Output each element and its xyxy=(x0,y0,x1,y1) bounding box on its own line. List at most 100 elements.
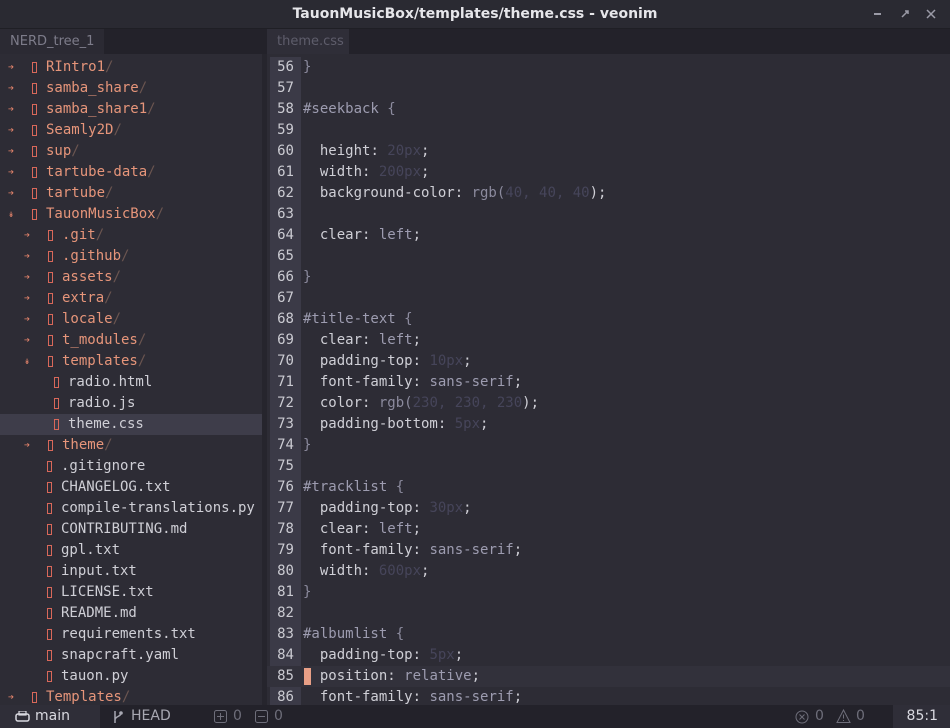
git-branch[interactable]: main xyxy=(0,705,100,728)
expanded-arrow-icon[interactable]: ↡ xyxy=(8,204,14,225)
collapsed-arrow-icon[interactable]: ➔ xyxy=(8,99,14,120)
code-line[interactable]: 64 clear: left; xyxy=(267,225,950,246)
tree-folder[interactable]: ➔ Templates/ xyxy=(0,687,262,705)
file-tree[interactable]: ➔ RIntro1/➔ samba_share/➔ samba_share1/➔ Sea… xyxy=(0,57,262,705)
tree-file[interactable]: input.txt xyxy=(0,561,262,582)
code-line[interactable]: 60 height: 20px; xyxy=(267,141,950,162)
collapsed-arrow-icon[interactable]: ➔ xyxy=(24,288,30,309)
code-line[interactable]: 86 font-family: sans-serif; xyxy=(267,687,950,705)
collapsed-arrow-icon[interactable]: ➔ xyxy=(8,120,14,141)
tree-folder[interactable]: ↡ TauonMusicBox/ xyxy=(0,204,262,225)
code-text: clear: left; xyxy=(303,330,421,351)
code-line[interactable]: 68 #title-text { xyxy=(267,309,950,330)
code-line[interactable]: 61 width: 200px; xyxy=(267,162,950,183)
code-line[interactable]: 62 background-color: rgb(40, 40, 40); xyxy=(267,183,950,204)
code-line[interactable]: 65 xyxy=(267,246,950,267)
git-head[interactable]: HEAD xyxy=(100,705,200,728)
tree-file[interactable]: LICENSE.txt xyxy=(0,582,262,603)
code-line[interactable]: 75 xyxy=(267,456,950,477)
code-line[interactable]: 69 clear: left; xyxy=(267,330,950,351)
tree-file[interactable]: requirements.txt xyxy=(0,624,262,645)
code-line[interactable]: 67 xyxy=(267,288,950,309)
collapsed-arrow-icon[interactable]: ➔ xyxy=(24,225,30,246)
tree-file[interactable]: README.md xyxy=(0,603,262,624)
tree-folder[interactable]: ➔ theme/ xyxy=(0,435,262,456)
tree-item-name: theme xyxy=(62,437,105,453)
code-line[interactable]: 76 #tracklist { xyxy=(267,477,950,498)
collapsed-arrow-icon[interactable]: ➔ xyxy=(8,183,14,204)
collapsed-arrow-icon[interactable]: ➔ xyxy=(24,309,30,330)
tree-item-name: samba_share xyxy=(46,80,139,96)
code-line[interactable]: 56} xyxy=(267,57,950,78)
code-line[interactable]: 59 xyxy=(267,120,950,141)
code-line[interactable]: 66} xyxy=(267,267,950,288)
minimize-icon[interactable] xyxy=(874,0,882,28)
tree-folder[interactable]: ➔ tartube/ xyxy=(0,183,262,204)
code-line[interactable]: 57 xyxy=(267,78,950,99)
code-line[interactable]: 58 #seekback { xyxy=(267,99,950,120)
expanded-arrow-icon[interactable]: ↡ xyxy=(24,351,30,372)
code-line[interactable]: 74} xyxy=(267,435,950,456)
code-line[interactable]: 72 color: rgb(230, 230, 230); xyxy=(267,393,950,414)
line-number: 82 xyxy=(277,605,294,621)
tree-file[interactable]: CHANGELOG.txt xyxy=(0,477,262,498)
tree-file[interactable]: radio.html xyxy=(0,372,262,393)
code-line[interactable]: 73 padding-bottom: 5px; xyxy=(267,414,950,435)
collapsed-arrow-icon[interactable]: ➔ xyxy=(8,78,14,99)
tree-item-label: tauon.py xyxy=(61,666,128,687)
collapsed-arrow-icon[interactable]: ➔ xyxy=(8,162,14,183)
code-line[interactable]: 79 font-family: sans-serif; xyxy=(267,540,950,561)
code-line[interactable]: 83 #albumlist { xyxy=(267,624,950,645)
tree-file[interactable]: gpl.txt xyxy=(0,540,262,561)
code-token: : xyxy=(437,416,455,432)
tree-file[interactable]: radio.js xyxy=(0,393,262,414)
collapsed-arrow-icon[interactable]: ➔ xyxy=(8,141,14,162)
tree-folder[interactable]: ➔ assets/ xyxy=(0,267,262,288)
head-label: HEAD xyxy=(131,708,171,724)
collapsed-arrow-icon[interactable]: ➔ xyxy=(8,57,14,78)
code-line[interactable]: 82 xyxy=(267,603,950,624)
code-line[interactable]: 70 padding-top: 10px; xyxy=(267,351,950,372)
code-line[interactable]: 81} xyxy=(267,582,950,603)
collapsed-arrow-icon[interactable]: ➔ xyxy=(24,267,30,288)
collapsed-arrow-icon[interactable]: ➔ xyxy=(8,687,14,705)
maximize-icon[interactable] xyxy=(900,0,910,28)
collapsed-arrow-icon[interactable]: ➔ xyxy=(24,435,30,456)
collapsed-arrow-icon[interactable]: ➔ xyxy=(24,246,30,267)
collapsed-arrow-icon[interactable]: ➔ xyxy=(24,330,30,351)
code-line[interactable]: 78 clear: left; xyxy=(267,519,950,540)
tree-file[interactable]: tauon.py xyxy=(0,666,262,687)
code-token: height xyxy=(303,143,371,159)
code-line[interactable]: 80 width: 600px; xyxy=(267,561,950,582)
code-text: #title-text { xyxy=(303,309,413,330)
tree-folder[interactable]: ➔ t_modules/ xyxy=(0,330,262,351)
tree-folder[interactable]: ➔ .git/ xyxy=(0,225,262,246)
tree-file[interactable]: theme.css xyxy=(0,414,262,435)
tree-item-label: radio.js xyxy=(68,393,135,414)
tab-nerd-tree[interactable]: NERD_tree_1 xyxy=(0,29,104,54)
tree-file[interactable]: CONTRIBUTING.md xyxy=(0,519,262,540)
tree-folder[interactable]: ➔ sup/ xyxy=(0,141,262,162)
tree-folder[interactable]: ➔ RIntro1/ xyxy=(0,57,262,78)
close-icon[interactable] xyxy=(926,0,936,28)
code-line[interactable]: 85 position: relative; xyxy=(267,666,950,687)
code-line[interactable]: 63 xyxy=(267,204,950,225)
code-line[interactable]: 71 font-family: sans-serif; xyxy=(267,372,950,393)
code-editor[interactable]: 56} 57 58 #seekback {59 60 height: 20px; 61 w… xyxy=(267,54,950,705)
tree-folder[interactable]: ➔ extra/ xyxy=(0,288,262,309)
tree-file[interactable]: compile-translations.py xyxy=(0,498,262,519)
tree-folder[interactable]: ↡ templates/ xyxy=(0,351,262,372)
tree-folder[interactable]: ➔ .github/ xyxy=(0,246,262,267)
tree-file[interactable]: snapcraft.yaml xyxy=(0,645,262,666)
code-line[interactable]: 77 padding-top: 30px; xyxy=(267,498,950,519)
tree-folder[interactable]: ➔ samba_share1/ xyxy=(0,99,262,120)
code-line[interactable]: 84 padding-top: 5px; xyxy=(267,645,950,666)
tab-theme-css[interactable]: theme.css xyxy=(267,29,349,54)
tree-folder[interactable]: ➔ samba_share/ xyxy=(0,78,262,99)
tree-folder[interactable]: ➔ tartube-data/ xyxy=(0,162,262,183)
tree-item-name: locale xyxy=(62,311,113,327)
tree-folder[interactable]: ➔ locale/ xyxy=(0,309,262,330)
tree-folder[interactable]: ➔ Seamly2D/ xyxy=(0,120,262,141)
tree-file[interactable]: .gitignore xyxy=(0,456,262,477)
line-number: 61 xyxy=(277,164,294,180)
